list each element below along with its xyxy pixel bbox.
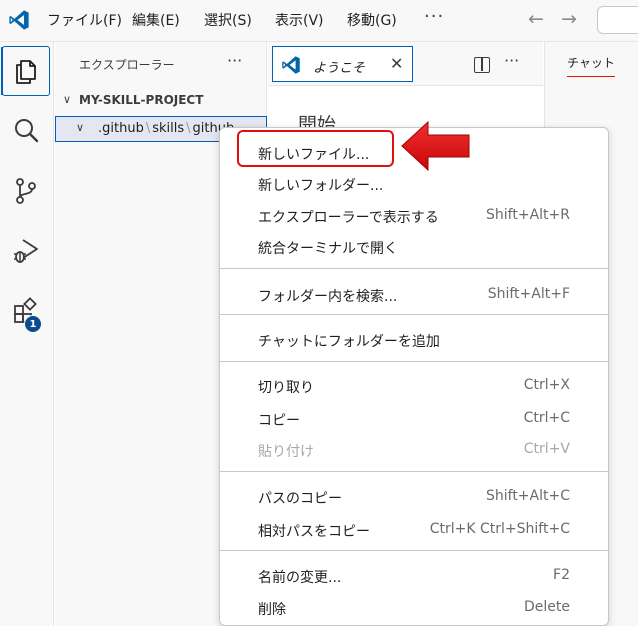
search-icon <box>15 119 39 143</box>
menu-item-find-in-folder[interactable]: フォルダー内を検索... Shift+Alt+F <box>220 279 608 309</box>
search-button[interactable] <box>2 106 50 156</box>
close-icon[interactable]: ✕ <box>390 54 403 73</box>
context-menu: 新しいファイル... 新しいフォルダー... エクスプローラーで表示する Shi… <box>219 127 609 626</box>
forward-arrow-icon[interactable]: → <box>561 8 577 30</box>
explorer-icon <box>16 60 36 84</box>
menu-item-shortcut: Ctrl+X <box>523 377 570 393</box>
menu-item-label: チャットにフォルダーを追加 <box>258 334 440 350</box>
split-editor-icon[interactable] <box>474 57 490 73</box>
menu-item-label: フォルダー内を検索... <box>258 289 398 305</box>
explorer-button[interactable] <box>1 46 50 96</box>
menu-more-button[interactable]: ··· <box>424 6 444 27</box>
folder-segment-github: .github <box>98 121 144 136</box>
menu-item-label: 新しいフォルダー... <box>258 178 384 194</box>
project-section-header[interactable]: ∨ MY-SKILL-PROJECT <box>55 90 267 112</box>
menu-edit[interactable]: 編集(E) <box>132 10 180 30</box>
menu-divider <box>220 361 608 362</box>
menu-item-copy[interactable]: コピー Ctrl+C <box>220 403 608 433</box>
menu-item-shortcut: Shift+Alt+R <box>486 207 570 223</box>
vscode-logo-icon <box>9 10 29 30</box>
menu-item-copy-relative-path[interactable]: 相対パスをコピー Ctrl+K Ctrl+Shift+C <box>220 514 608 544</box>
menu-view[interactable]: 表示(V) <box>275 10 324 30</box>
explorer-title: エクスプローラー <box>79 58 175 72</box>
menu-divider <box>220 314 608 315</box>
menu-item-label: 削除 <box>258 602 286 618</box>
tab-label: ようこそ <box>313 61 366 76</box>
menu-item-label: パスのコピー <box>258 491 342 507</box>
menu-item-open-terminal[interactable]: 統合ターミナルで開く <box>220 231 608 261</box>
activity-bar: 1 <box>0 42 54 626</box>
menu-item-delete[interactable]: 削除 Delete <box>220 592 608 622</box>
menu-item-shortcut: F2 <box>553 567 570 583</box>
menu-item-shortcut: Ctrl+C <box>523 410 570 426</box>
menu-item-label: 統合ターミナルで開く <box>258 241 398 257</box>
menu-item-paste: 貼り付け Ctrl+V <box>220 434 608 464</box>
source-control-icon <box>16 178 36 204</box>
vscode-tab-icon <box>282 56 300 74</box>
extensions-badge: 1 <box>24 315 42 333</box>
menu-divider <box>220 550 608 551</box>
title-bar: ファイル(F) 編集(E) 選択(S) 表示(V) 移動(G) ··· ← → <box>0 0 638 42</box>
menu-item-reveal-in-explorer[interactable]: エクスプローラーで表示する Shift+Alt+R <box>220 200 608 230</box>
menu-item-shortcut: Ctrl+K Ctrl+Shift+C <box>429 521 570 537</box>
menu-item-label: 相対パスをコピー <box>258 524 370 540</box>
editor-tab-bar: ようこそ ✕ ··· <box>268 42 543 86</box>
menu-item-cut[interactable]: 切り取り Ctrl+X <box>220 370 608 400</box>
run-debug-button[interactable] <box>2 226 50 276</box>
folder-segment-skills: skills <box>152 121 185 136</box>
menu-item-label: 貼り付け <box>258 444 314 460</box>
menu-item-rename[interactable]: 名前の変更... F2 <box>220 560 608 590</box>
chevron-down-icon: ∨ <box>63 93 72 106</box>
explorer-more-button[interactable]: ··· <box>227 51 242 70</box>
menu-item-copy-path[interactable]: パスのコピー Shift+Alt+C <box>220 481 608 511</box>
menu-file[interactable]: ファイル(F) <box>47 10 122 30</box>
menu-item-label: 切り取り <box>258 380 314 396</box>
annotation-highlight-box <box>237 130 394 167</box>
path-separator: \ <box>186 121 191 136</box>
tab-chat[interactable]: チャット <box>567 54 615 77</box>
menu-item-add-folder-to-chat[interactable]: チャットにフォルダーを追加 <box>220 324 608 354</box>
menu-item-new-folder[interactable]: 新しいフォルダー... <box>220 168 608 198</box>
back-arrow-icon[interactable]: ← <box>528 8 544 30</box>
menu-item-shortcut: Ctrl+V <box>523 441 570 457</box>
command-center-search[interactable] <box>597 6 638 34</box>
menu-selection[interactable]: 選択(S) <box>204 10 252 30</box>
source-control-button[interactable] <box>2 166 50 216</box>
folder-path: .github \ skills \ github <box>98 121 234 136</box>
run-debug-icon <box>14 239 38 263</box>
menu-item-label: 名前の変更... <box>258 570 342 586</box>
menu-item-label: コピー <box>258 413 300 429</box>
menu-item-label: エクスプローラーで表示する <box>258 210 439 226</box>
menu-item-shortcut: Delete <box>524 599 570 615</box>
menu-item-shortcut: Shift+Alt+F <box>487 286 570 302</box>
chevron-down-icon: ∨ <box>76 121 85 134</box>
editor-more-button[interactable]: ··· <box>504 51 519 70</box>
tab-welcome[interactable]: ようこそ ✕ <box>272 46 413 82</box>
menu-go[interactable]: 移動(G) <box>347 10 397 30</box>
annotation-arrow-icon <box>401 120 470 172</box>
path-separator: \ <box>145 121 151 136</box>
project-name: MY-SKILL-PROJECT <box>79 93 204 107</box>
menu-divider <box>220 268 608 269</box>
menu-item-shortcut: Shift+Alt+C <box>485 488 570 504</box>
menu-divider <box>220 471 608 472</box>
